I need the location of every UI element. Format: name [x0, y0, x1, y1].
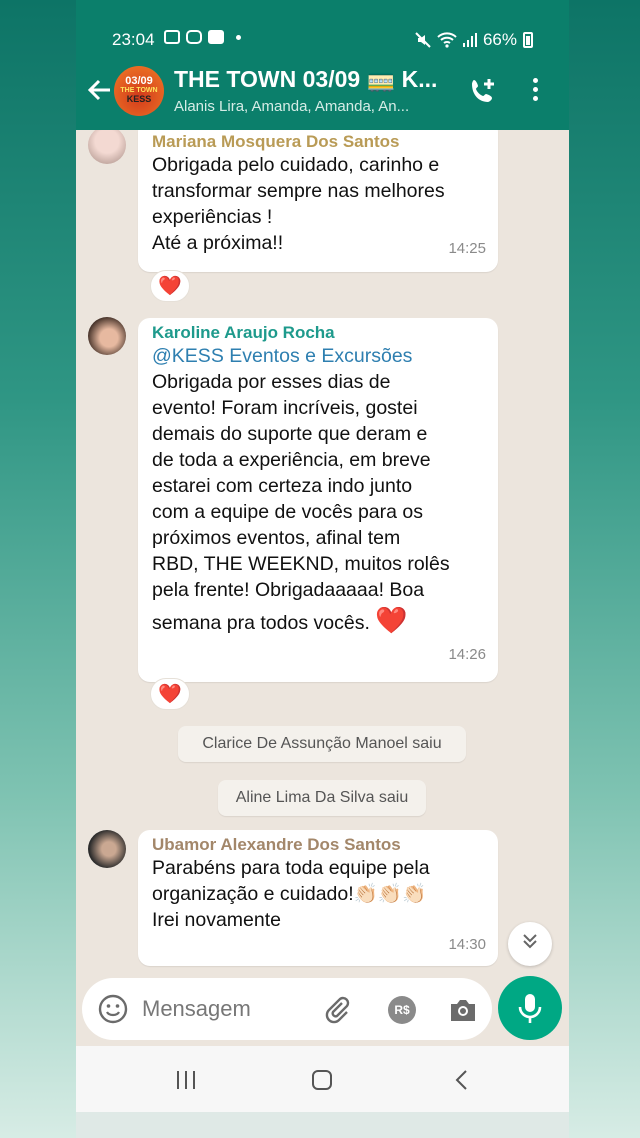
message-time: 14:25 [448, 240, 486, 257]
group-avatar-event: THE TOWN [120, 87, 158, 94]
message-line: Obrigada por esses dias de [152, 371, 391, 393]
mute-icon [415, 32, 431, 48]
composer-bar: R$ [76, 972, 569, 1046]
microphone-button[interactable] [498, 976, 562, 1040]
mention-link[interactable]: @KESS Eventos e Excursões [152, 343, 484, 369]
attach-icon[interactable] [322, 994, 352, 1024]
phone-screen: 23:04 66% 03/09 THE TOWN KESS THE TOWN 0… [76, 0, 569, 1138]
message-text: Parabéns para toda equipe pela organizaç… [152, 855, 484, 933]
home-icon[interactable] [310, 1068, 334, 1092]
youtube-icon [208, 30, 224, 44]
message-composer: R$ [82, 978, 492, 1040]
message-line: semana pra todos vocês. [152, 612, 370, 634]
back-icon[interactable] [450, 1068, 474, 1092]
back-arrow-icon[interactable] [86, 76, 114, 110]
recent-apps-icon[interactable] [174, 1068, 198, 1092]
message-line: com a equipe de vocês para os [152, 501, 424, 523]
emoji-icon[interactable] [98, 994, 128, 1024]
group-avatar[interactable]: 03/09 THE TOWN KESS [114, 66, 164, 116]
message-line: evento! Foram incríveis, gostei [152, 397, 418, 419]
add-call-icon[interactable] [468, 76, 498, 106]
heart-emoji-icon: ❤️ [375, 605, 408, 635]
message-line: próximos eventos, afinal tem [152, 527, 401, 549]
gallery-icon [164, 30, 180, 44]
message-line: Obrigada pelo cuidado, carinho e [152, 154, 440, 176]
group-title[interactable]: THE TOWN 03/09 🚃 K... [174, 66, 444, 93]
message-bubble-1[interactable]: Mariana Mosquera Dos Santos Obrigada pel… [138, 130, 498, 272]
system-message: Aline Lima Da Silva saiu [218, 780, 426, 816]
payment-icon[interactable]: R$ [388, 996, 416, 1024]
scroll-down-icon[interactable] [508, 922, 552, 966]
group-avatar-date: 03/09 [125, 75, 153, 87]
message-list[interactable]: Mariana Mosquera Dos Santos Obrigada pel… [76, 130, 569, 972]
message-line: demais do suporte que deram e [152, 423, 428, 445]
more-options-icon[interactable] [530, 78, 540, 104]
message-time: 14:26 [448, 646, 486, 663]
system-message: Clarice De Assunção Manoel saiu [178, 726, 466, 762]
microphone-icon [518, 994, 542, 1023]
message-sender[interactable]: Karoline Araujo Rocha [152, 323, 484, 343]
system-icons: 66% [415, 30, 533, 50]
message-text: @KESS Eventos e Excursões Obrigada por e… [152, 343, 484, 636]
system-nav-bar [76, 1046, 569, 1112]
avatar-karoline[interactable] [88, 317, 126, 355]
group-avatar-brand: KESS [126, 94, 152, 104]
message-text: Obrigada pelo cuidado, carinho e transfo… [152, 152, 484, 256]
message-bubble-2[interactable]: Karoline Araujo Rocha @KESS Eventos e Ex… [138, 318, 498, 682]
more-notifications-icon [236, 34, 241, 40]
notification-icons [164, 30, 241, 44]
heart-reaction-icon[interactable]: ❤️ [150, 678, 190, 710]
status-time: 23:04 [112, 30, 155, 49]
status-bar: 23:04 66% [76, 0, 569, 58]
message-line: Parabéns para toda equipe pela [152, 857, 430, 879]
wifi-icon [437, 32, 457, 48]
bottom-edge [76, 1112, 569, 1138]
heart-reaction-icon[interactable]: ❤️ [150, 270, 190, 302]
message-line: estarei com certeza indo junto [152, 475, 413, 497]
message-sender[interactable]: Ubamor Alexandre Dos Santos [152, 835, 484, 855]
message-line: organização e cuidado!👏🏻👏🏻👏🏻 [152, 883, 427, 905]
message-line: Até a próxima!! [152, 232, 284, 254]
camera-icon[interactable] [448, 996, 478, 1024]
message-bubble-3[interactable]: Ubamor Alexandre Dos Santos Parabéns par… [138, 830, 498, 966]
signal-icon [462, 33, 477, 47]
battery-percent: 66% [482, 30, 517, 49]
avatar-mariana[interactable] [88, 130, 126, 164]
battery-icon [523, 32, 533, 48]
chat-header: 03/09 THE TOWN KESS THE TOWN 03/09 🚃 K..… [76, 58, 569, 130]
message-line: RBD, THE WEEKND, muitos rolês [152, 553, 450, 575]
instagram-icon [186, 30, 202, 44]
avatar-ubamor[interactable] [88, 830, 126, 868]
message-line: pela frente! Obrigadaaaaa! Boa [152, 579, 425, 601]
message-line: Irei novamente [152, 909, 281, 931]
message-line: transformar sempre nas melhores [152, 180, 445, 202]
message-time: 14:30 [448, 936, 486, 953]
message-sender[interactable]: Mariana Mosquera Dos Santos [152, 132, 484, 152]
message-line: experiências ! [152, 206, 273, 228]
message-line-last: semana pra todos vocês. ❤️ [152, 607, 484, 636]
message-input[interactable] [142, 992, 312, 1026]
message-line: de toda a experiência, em breve [152, 449, 431, 471]
group-members[interactable]: Alanis Lira, Amanda, Amanda, An... [174, 98, 446, 115]
